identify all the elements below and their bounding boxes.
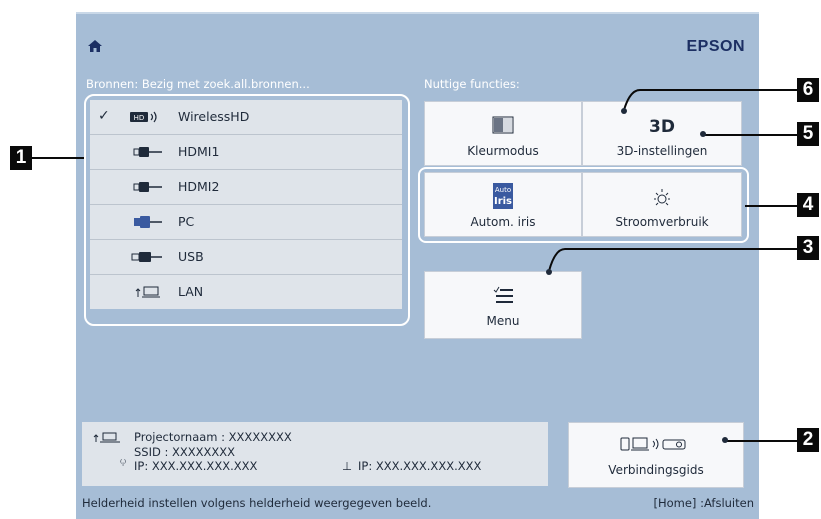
callout-5: 5 <box>797 122 819 146</box>
source-label: HDMI1 <box>178 144 220 159</box>
brand-logo: EPSON <box>686 38 745 55</box>
source-item-hdmi2[interactable]: HDMI2 <box>90 170 402 205</box>
callout-4: 4 <box>797 193 819 217</box>
callout-line-2 <box>726 440 797 442</box>
menu-label: Menu <box>486 314 520 328</box>
svg-text:HD: HD <box>134 114 145 122</box>
callout-3: 3 <box>797 236 819 260</box>
pc-icon <box>128 215 170 229</box>
menu-icon <box>425 286 581 308</box>
auto-iris-label: Autom. iris <box>470 215 536 229</box>
callout-line-6 <box>623 89 797 111</box>
lamp-icon <box>583 187 741 209</box>
status-hint: Helderheid instellen volgens helderheid … <box>82 496 432 510</box>
color-mode-button[interactable]: Kleurmodus <box>424 101 582 166</box>
status-bar: Helderheid instellen volgens helderheid … <box>82 496 754 510</box>
connection-guide-label: Verbindingsgids <box>608 463 704 477</box>
callout-dot-6 <box>621 108 627 114</box>
source-item-hdmi1[interactable]: HDMI1 <box>90 135 402 170</box>
projector-name: Projectornaam : XXXXXXXX <box>134 430 292 444</box>
auto-iris-button[interactable]: Auto Iris Autom. iris <box>424 172 582 237</box>
source-label: USB <box>178 249 204 264</box>
wireless-icon: ⁽ᵢ⁾ <box>120 459 127 469</box>
callout-dot-5 <box>700 131 706 137</box>
menu-button[interactable]: Menu <box>424 271 582 339</box>
lan-icon <box>128 285 170 299</box>
source-list: ✓ HD WirelessHD HDMI1 HDMI2 PC USB LAN <box>90 100 402 309</box>
hdmi-icon <box>128 180 170 194</box>
wired-ip: IP: XXX.XXX.XXX.XXX <box>358 459 482 473</box>
source-label: LAN <box>178 284 204 299</box>
iris-icon-text-bottom: Iris <box>493 196 513 207</box>
power-consumption-label: Stroomverbruik <box>615 215 709 229</box>
source-item-usb[interactable]: USB <box>90 240 402 275</box>
callout-line-4 <box>745 205 797 207</box>
iris-icon-text-top: Auto <box>494 186 512 194</box>
network-info-panel: Projectornaam : XXXXXXXX SSID : XXXXXXXX… <box>82 422 548 486</box>
source-label: HDMI2 <box>178 179 220 194</box>
check-icon: ✓ <box>98 108 110 124</box>
source-item-wirelesshd[interactable]: ✓ HD WirelessHD <box>90 100 402 135</box>
color-mode-label: Kleurmodus <box>467 144 539 158</box>
source-label: WirelessHD <box>178 109 250 124</box>
sources-heading: Bronnen: Bezig met zoek.all.bronnen... <box>86 77 310 91</box>
callout-dot-2 <box>722 437 728 443</box>
callout-line-5 <box>704 134 797 136</box>
source-item-lan[interactable]: LAN <box>90 275 402 309</box>
wirelesshd-icon: HD <box>128 110 170 124</box>
3d-settings-label: 3D-instellingen <box>616 144 708 158</box>
callout-2: 2 <box>797 428 819 452</box>
callout-line-1 <box>32 157 84 159</box>
callout-line-3 <box>548 248 797 272</box>
wireless-ip: IP: XXX.XXX.XXX.XXX <box>134 459 258 473</box>
functions-heading: Nuttige functies: <box>424 77 520 91</box>
lan-icon <box>90 432 128 447</box>
hdmi-icon <box>128 145 170 159</box>
connection-guide-button[interactable]: Verbindingsgids <box>568 422 744 488</box>
source-label: PC <box>178 214 195 229</box>
usb-icon <box>128 250 170 264</box>
connection-guide-icon <box>569 435 743 457</box>
ssid: SSID : XXXXXXXX <box>134 445 236 459</box>
iris-icon: Auto Iris <box>493 183 513 209</box>
callout-dot-3 <box>546 269 552 275</box>
exit-hint: [Home] :Afsluiten <box>653 496 754 510</box>
home-icon[interactable] <box>88 40 102 56</box>
wired-lan-icon: ⊥ <box>342 459 353 473</box>
callout-1: 1 <box>10 146 32 170</box>
color-mode-icon <box>425 116 581 138</box>
callout-6: 6 <box>797 78 819 102</box>
power-consumption-button[interactable]: Stroomverbruik <box>582 172 742 237</box>
source-item-pc[interactable]: PC <box>90 205 402 240</box>
